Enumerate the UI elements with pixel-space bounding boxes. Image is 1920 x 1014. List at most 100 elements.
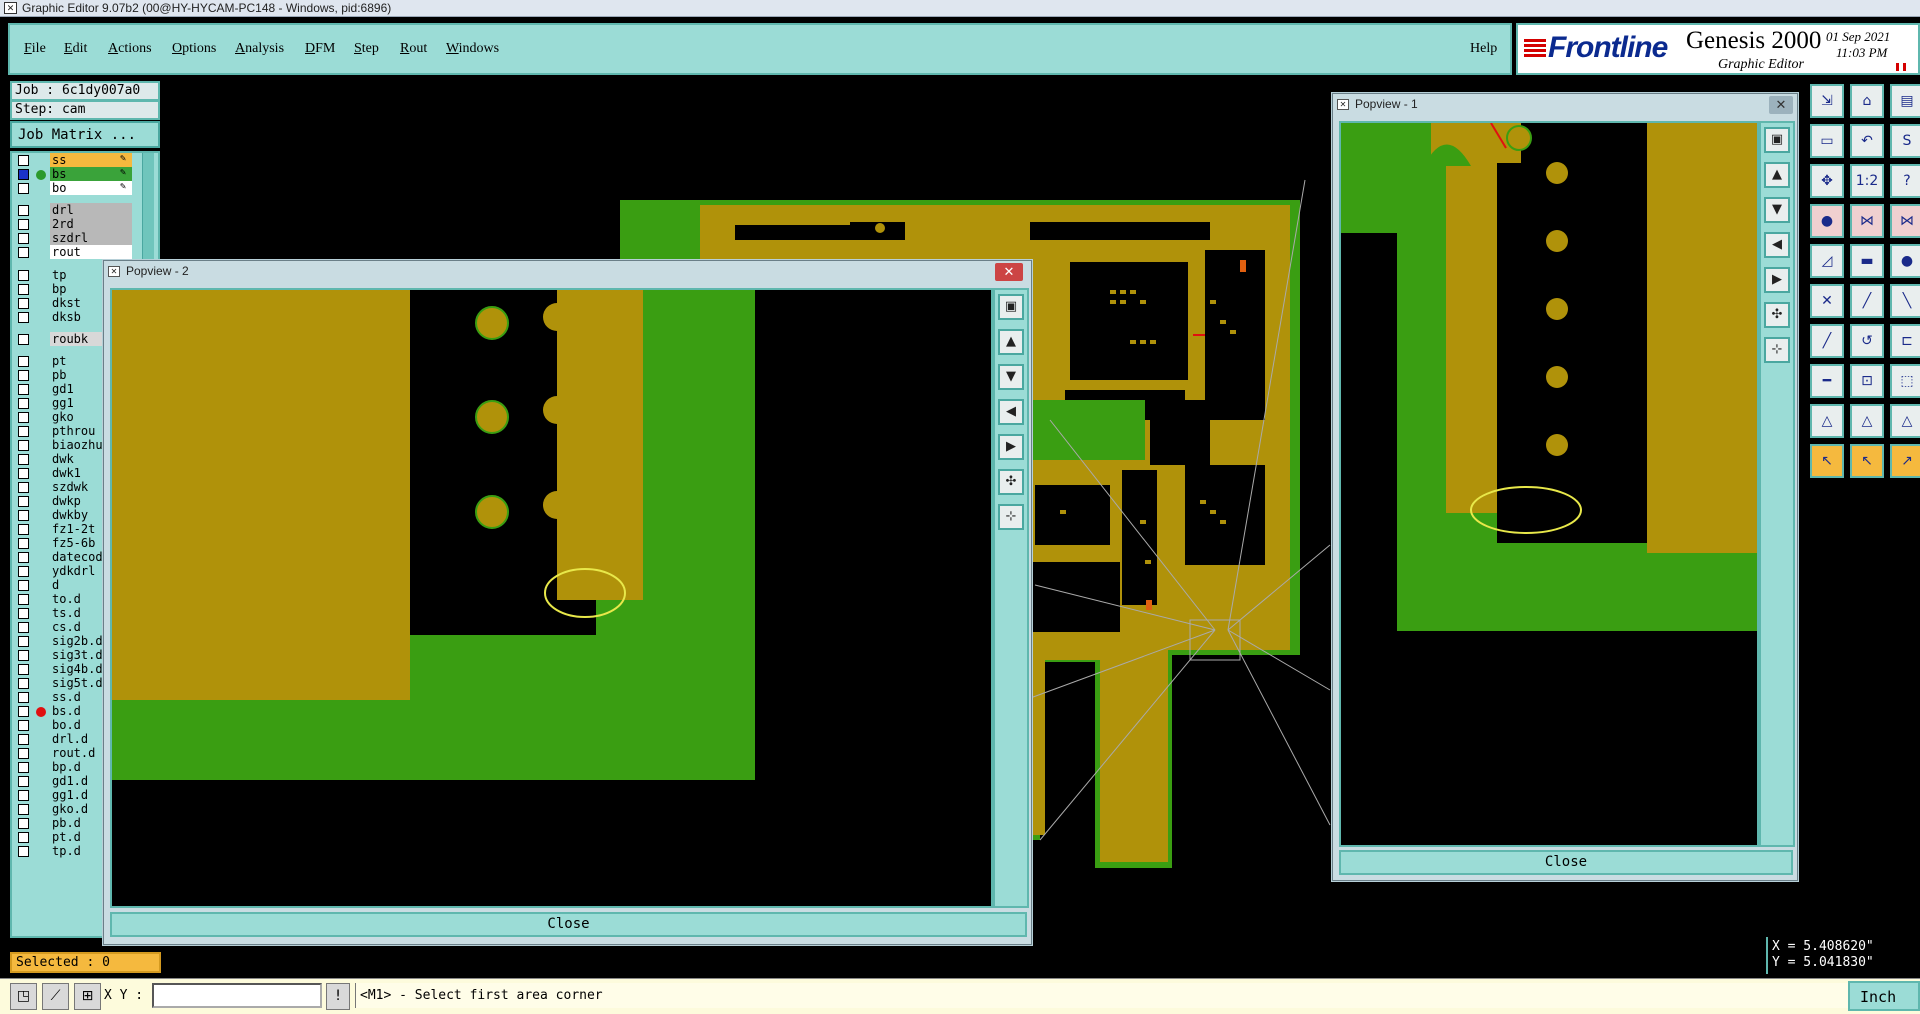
job-matrix-button[interactable]: Job Matrix ... — [10, 121, 160, 148]
layer-row-szdrl[interactable]: szdrl — [12, 231, 132, 246]
layer-checkbox[interactable] — [18, 720, 29, 731]
fit-screen-icon[interactable]: ✣ — [998, 469, 1024, 495]
layer-checkbox[interactable] — [18, 412, 29, 423]
window-icon[interactable]: ▣ — [998, 294, 1024, 320]
layer-checkbox[interactable] — [18, 678, 29, 689]
cut-icon[interactable]: ━ — [1810, 364, 1844, 398]
layer-checkbox[interactable] — [18, 650, 29, 661]
layer-checkbox[interactable] — [18, 169, 29, 180]
layer-checkbox[interactable] — [18, 454, 29, 465]
layer-checkbox[interactable] — [18, 734, 29, 745]
snap-icon[interactable]: ◳ — [10, 983, 37, 1010]
popview-2-close-icon[interactable]: ✕ — [995, 263, 1023, 281]
layer-checkbox[interactable] — [18, 356, 29, 367]
circle-icon[interactable]: ● — [1890, 244, 1920, 278]
menu-actions[interactable]: Actions — [108, 41, 152, 57]
layer-checkbox[interactable] — [18, 426, 29, 437]
layer-checkbox[interactable] — [18, 818, 29, 829]
layer-checkbox[interactable] — [18, 804, 29, 815]
layer-name[interactable]: drl — [50, 203, 132, 217]
net-icon[interactable]: ⋈ — [1850, 204, 1884, 238]
layer-checkbox[interactable] — [18, 832, 29, 843]
fit-profile-icon[interactable]: ⊹ — [998, 504, 1024, 530]
edit-pointer-icon[interactable]: ↖ — [1850, 444, 1884, 478]
layer-checkbox[interactable] — [18, 580, 29, 591]
menu-analysis[interactable]: Analysis — [235, 41, 284, 57]
layer-checkbox[interactable] — [18, 664, 29, 675]
layer-checkbox[interactable] — [18, 622, 29, 633]
layer-checkbox[interactable] — [18, 538, 29, 549]
fit-screen-icon[interactable]: ✣ — [1764, 302, 1790, 328]
layer-name[interactable]: rout — [50, 245, 132, 259]
probe-icon[interactable]: ● — [1810, 204, 1844, 238]
layer-row-2rd[interactable]: 2rd — [12, 217, 132, 232]
layer-checkbox[interactable] — [18, 219, 29, 230]
pause-icon[interactable] — [1896, 63, 1906, 71]
window-icon[interactable]: ▭ — [1810, 124, 1844, 158]
window-icon[interactable]: ▣ — [1764, 127, 1790, 153]
ruler-icon[interactable]: ▬ — [1850, 244, 1884, 278]
layer-checkbox[interactable] — [18, 270, 29, 281]
pan-left-icon[interactable]: ◀ — [1764, 232, 1790, 258]
zoom-in-icon[interactable]: ▲ — [998, 329, 1024, 355]
layer-checkbox[interactable] — [18, 552, 29, 563]
scale-icon[interactable]: 1:2 — [1850, 164, 1884, 198]
layer-checkbox[interactable] — [18, 524, 29, 535]
layer-checkbox[interactable] — [18, 706, 29, 717]
pan-right-icon[interactable]: ▶ — [1764, 267, 1790, 293]
layer-checkbox[interactable] — [18, 636, 29, 647]
layer-checkbox[interactable] — [18, 298, 29, 309]
menu-step[interactable]: Step — [354, 41, 379, 57]
popview-2-close-button[interactable]: Close — [110, 912, 1027, 937]
layer-checkbox[interactable] — [18, 496, 29, 507]
layer-row-bs[interactable]: bs ✎ — [12, 167, 132, 182]
query-icon[interactable]: ? — [1890, 164, 1920, 198]
arc-icon[interactable]: ╲ — [1890, 284, 1920, 318]
measure-icon[interactable]: ⟋ — [42, 983, 69, 1010]
layer-checkbox[interactable] — [18, 608, 29, 619]
edit-arc-icon[interactable]: ↗ — [1890, 444, 1920, 478]
popview-2-canvas[interactable] — [110, 288, 993, 908]
layer-checkbox[interactable] — [18, 762, 29, 773]
layer-checkbox[interactable] — [18, 510, 29, 521]
popview-2-title-bar[interactable]: ✕ Popview - 2 — [104, 261, 1031, 284]
layer-row-bo[interactable]: bo ✎ — [12, 181, 132, 196]
layer-checkbox[interactable] — [18, 790, 29, 801]
layer-checkbox[interactable] — [18, 468, 29, 479]
popview-1-close-icon[interactable]: ✕ — [1769, 96, 1793, 114]
layer-checkbox[interactable] — [18, 284, 29, 295]
layer-checkbox[interactable] — [18, 312, 29, 323]
xy-input[interactable] — [152, 983, 322, 1008]
layer-checkbox[interactable] — [18, 370, 29, 381]
undo-icon[interactable]: ↶ — [1850, 124, 1884, 158]
measure-icon[interactable]: ◿ — [1810, 244, 1844, 278]
zoom-out-icon[interactable]: ▼ — [1764, 197, 1790, 223]
snap-icon[interactable]: ⊡ — [1850, 364, 1884, 398]
layer-name[interactable]: szdrl — [50, 231, 132, 245]
menu-edit[interactable]: Edit — [64, 41, 87, 57]
popview-1-close-button[interactable]: Close — [1339, 850, 1793, 875]
layer-checkbox[interactable] — [18, 594, 29, 605]
cross-icon[interactable]: ✕ — [1810, 284, 1844, 318]
fan-icon[interactable]: ⊏ — [1890, 324, 1920, 358]
pan-icon[interactable]: ✥ — [1810, 164, 1844, 198]
draw-icon[interactable]: ╱ — [1810, 324, 1844, 358]
triangle-icon[interactable]: △ — [1810, 404, 1844, 438]
layer-affected-icon[interactable] — [36, 170, 46, 180]
select-icon[interactable]: ▤ — [1890, 84, 1920, 118]
pointer-icon[interactable]: ↖ — [1810, 444, 1844, 478]
triangle-icon[interactable]: △ — [1850, 404, 1884, 438]
layer-row-drl[interactable]: drl — [12, 203, 132, 218]
layer-checkbox[interactable] — [18, 247, 29, 258]
layer-checkbox[interactable] — [18, 398, 29, 409]
layer-checkbox[interactable] — [18, 155, 29, 166]
home-icon[interactable]: ⌂ — [1850, 84, 1884, 118]
layer-checkbox[interactable] — [18, 566, 29, 577]
layer-checkbox[interactable] — [18, 846, 29, 857]
move-icon[interactable]: ⇲ — [1810, 84, 1844, 118]
shape-icon[interactable]: ⬚ — [1890, 364, 1920, 398]
menu-dfm[interactable]: DFM — [305, 41, 335, 57]
menu-windows[interactable]: Windows — [446, 41, 499, 57]
menu-rout[interactable]: Rout — [400, 41, 427, 57]
layer-row-rout[interactable]: rout — [12, 245, 132, 260]
